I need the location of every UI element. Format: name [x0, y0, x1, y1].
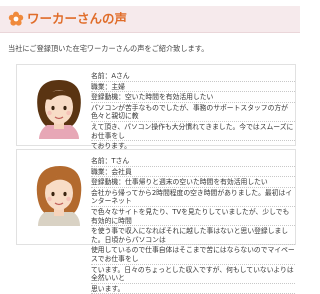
job-label: 職業： — [91, 82, 112, 91]
reason-label: 登録動機： — [91, 178, 125, 187]
woman-avatar-illustration — [36, 166, 82, 226]
job-row: 職業：会社員 — [91, 167, 295, 178]
comment-line: パソコンが苦手なものでしたが、事務のサポートスタッフの方が色々と親切に教 — [91, 103, 295, 122]
worker-info: 名前：Tさん 職業：会社員 登録動機：仕事帰りと週末の空いた時間を有効活用したい… — [91, 156, 295, 294]
worker-job: 会社員 — [111, 167, 132, 176]
comment-line: で色々なサイトを見たり、TVを見たりしていましたが、少しでも有効的に時間 — [91, 207, 295, 227]
worker-info: 名前：Aさん 職業：主婦 登録動機：空いた時間を有効活用したい パソコンが苦手な… — [91, 71, 295, 152]
name-row: 名前：Tさん — [91, 156, 295, 167]
comment-line: ています。日々のちょっとした収入ですが、何もしていないよりは全然いいと — [91, 265, 295, 284]
section-title: ワーカーさんの声 — [27, 11, 128, 26]
reason-row: 登録動機：空いた時間を有効活用したい — [91, 92, 295, 103]
flower-icon — [8, 11, 24, 26]
name-label: 名前： — [91, 157, 112, 165]
comment-line: 会社から帰ってから2時間程度の空き時間がありました。最初はインターネット — [91, 188, 295, 207]
worker-name: Aさん — [111, 72, 130, 80]
reason-label: 登録動機： — [91, 93, 125, 102]
worker-name: Tさん — [111, 157, 130, 165]
comment-line: えて頂き、パソコン操作も大分慣れてきました。今ではスムーズにお仕事をし — [91, 122, 295, 142]
worker-card: 名前：Tさん 職業：会社員 登録動機：仕事帰りと週末の空いた時間を有効活用したい… — [16, 149, 296, 294]
job-label: 職業： — [91, 167, 112, 176]
name-row: 名前：Aさん — [91, 71, 295, 82]
worker-card: 名前：Aさん 職業：主婦 登録動機：空いた時間を有効活用したい パソコンが苦手な… — [16, 64, 296, 152]
name-label: 名前： — [91, 72, 112, 80]
worker-reason: 空いた時間を有効活用したい — [124, 93, 214, 102]
comment-line: を使う事で収入になればそれに越した事はないと思い登録しました。日頃からパソコンは — [91, 226, 295, 246]
worker-reason: 仕事帰りと週末の空いた時間を有効活用したい — [124, 178, 268, 187]
comment-line: 使用しているので仕事自体はそこまで苦にはならないのでマイペースでお仕事をし — [91, 246, 295, 265]
comment-line: 思います。 — [91, 284, 295, 294]
job-row: 職業：主婦 — [91, 82, 295, 93]
reason-row: 登録動機：仕事帰りと週末の空いた時間を有効活用したい — [91, 177, 295, 188]
worker-job: 主婦 — [111, 82, 125, 91]
woman-avatar-illustration — [37, 80, 81, 139]
intro-text: 当社にご登録頂いた在宅ワーカーさんの声をご紹介致します。 — [8, 44, 209, 53]
section-header: ワーカーさんの声 — [0, 6, 300, 33]
